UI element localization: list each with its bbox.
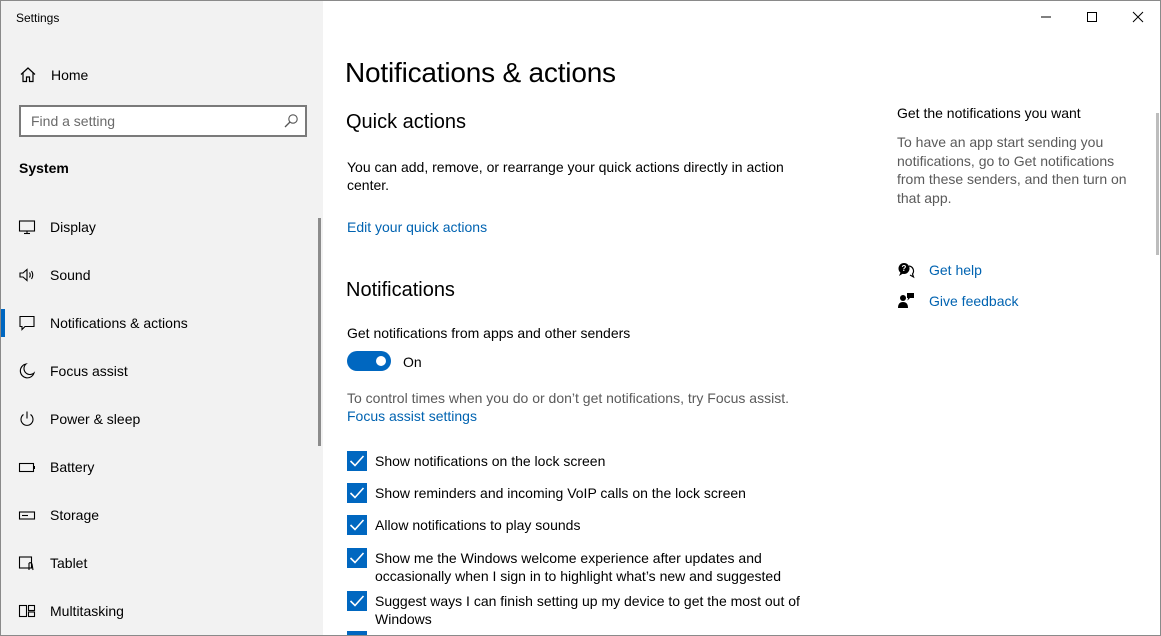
sidebar-item-notifications[interactable]: Notifications & actions: [1, 303, 319, 343]
checkmark-icon: [349, 595, 365, 607]
checkbox-checked[interactable]: [347, 515, 367, 535]
sidebar-item-multitasking[interactable]: Multitasking: [1, 591, 319, 631]
right-panel-text: To have an app start sending you notific…: [897, 134, 1127, 206]
sidebar-item-sound[interactable]: Sound: [1, 255, 319, 295]
sidebar-home-label: Home: [51, 67, 89, 83]
sidebar-item-focus-assist[interactable]: Focus assist: [1, 351, 319, 391]
toggle-state-label: On: [403, 354, 422, 370]
sidebar-item-display[interactable]: Display: [1, 207, 319, 247]
multitasking-icon: [18, 604, 36, 618]
checkbox-label: Show me the Windows welcome experience a…: [375, 550, 781, 584]
speaker-icon: [19, 268, 34, 282]
sidebar-item-label: Display: [50, 219, 96, 235]
help-chat-icon: ?: [898, 263, 915, 279]
checkmark-icon: [349, 552, 365, 564]
search-icon: [284, 114, 298, 128]
moon-icon: [19, 363, 36, 379]
checkbox-checked[interactable]: [347, 548, 367, 568]
sidebar-scrollbar[interactable]: [318, 218, 321, 446]
sidebar: Settings Home System Display: [1, 1, 323, 635]
app-title: Settings: [16, 11, 60, 25]
search-box[interactable]: [19, 105, 307, 137]
selected-indicator: [1, 309, 5, 337]
sidebar-item-storage[interactable]: Storage: [1, 495, 319, 535]
checkbox-label: Show reminders and incoming VoIP calls o…: [375, 485, 746, 501]
minimize-button[interactable]: [1023, 1, 1069, 33]
checkmark-icon: [349, 519, 365, 531]
heading-notifications: Notifications: [346, 279, 455, 301]
sidebar-item-label: Focus assist: [50, 363, 128, 379]
sidebar-item-label: Notifications & actions: [50, 315, 188, 331]
right-panel-title: Get the notifications you want: [897, 105, 1081, 121]
sidebar-item-label: Sound: [50, 267, 91, 283]
heading-quick-actions: Quick actions: [346, 111, 467, 133]
sidebar-item-label: Multitasking: [50, 603, 124, 619]
maximize-icon: [1087, 12, 1097, 22]
minimize-icon: [1041, 16, 1051, 18]
notifications-toggle[interactable]: [347, 351, 391, 371]
close-button[interactable]: [1115, 1, 1160, 33]
sidebar-item-battery[interactable]: Battery: [1, 447, 319, 487]
checkbox-label: Suggest ways I can finish setting up my …: [375, 593, 800, 627]
sidebar-home[interactable]: Home: [1, 59, 323, 91]
storage-icon: [18, 511, 36, 520]
sidebar-item-label: Battery: [50, 459, 95, 475]
get-help-label[interactable]: Get help: [929, 262, 982, 278]
sidebar-item-tablet[interactable]: Tablet: [1, 543, 319, 583]
checkmark-icon: [349, 487, 365, 499]
search-input[interactable]: [21, 107, 305, 135]
home-icon: [20, 67, 36, 83]
checkbox-checked[interactable]: [347, 451, 367, 471]
feedback-icon: [898, 293, 914, 308]
settings-window: Settings Home System Display: [0, 0, 1161, 636]
sidebar-item-label: Tablet: [50, 555, 88, 571]
edit-quick-actions-link[interactable]: Edit your quick actions: [347, 219, 487, 235]
section-label-system: System: [19, 160, 69, 176]
focus-assist-text: To control times when you do or don’t ge…: [347, 390, 789, 406]
power-icon: [20, 411, 34, 426]
checkmark-icon: [349, 455, 365, 467]
sidebar-item-power-sleep[interactable]: Power & sleep: [1, 399, 319, 439]
quick-actions-description: You can add, remove, or rearrange your q…: [347, 159, 784, 193]
tablet-icon: [18, 556, 34, 571]
sidebar-item-label: Power & sleep: [50, 411, 141, 427]
give-feedback-label[interactable]: Give feedback: [929, 293, 1019, 309]
toggle-caption: Get notifications from apps and other se…: [347, 325, 631, 341]
page-title: Notifications & actions: [345, 57, 616, 88]
focus-assist-settings-link[interactable]: Focus assist settings: [347, 408, 477, 424]
battery-icon: [18, 462, 35, 473]
maximize-button[interactable]: [1069, 1, 1115, 33]
checkbox-checked[interactable]: [347, 631, 367, 635]
close-icon: [1132, 11, 1144, 23]
toggle-knob: [376, 356, 386, 366]
svg-text:?: ?: [902, 264, 907, 273]
checkbox-checked[interactable]: [347, 483, 367, 503]
display-icon: [18, 220, 36, 235]
checkbox-label: Allow notifications to play sounds: [375, 517, 581, 533]
checkbox-checked[interactable]: [347, 591, 367, 611]
checkbox-label: Show notifications on the lock screen: [375, 453, 606, 469]
sidebar-item-label: Storage: [50, 507, 100, 523]
notification-icon: [19, 315, 35, 331]
main-scrollbar[interactable]: [1156, 113, 1159, 255]
